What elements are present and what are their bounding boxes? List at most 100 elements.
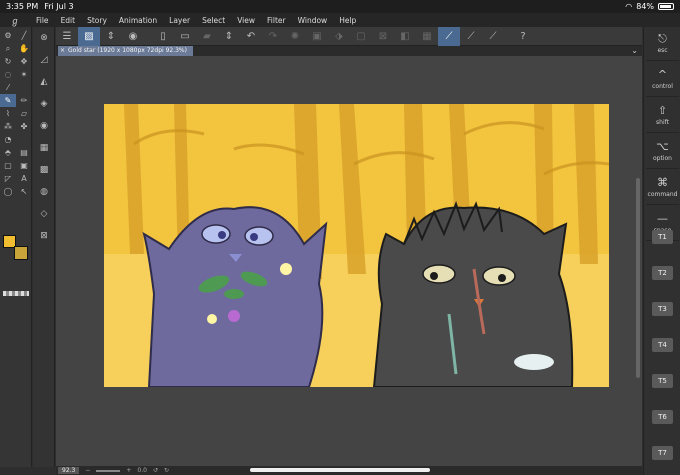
option-key[interactable]: ⌥ option — [646, 135, 679, 169]
help-icon[interactable]: ? — [512, 27, 534, 46]
rotate-icon[interactable]: ↻ — [0, 55, 16, 68]
transparent-color[interactable] — [3, 291, 29, 296]
subtool-icon[interactable]: ◿ — [33, 49, 55, 71]
ruler-icon[interactable]: ◸ — [0, 172, 16, 185]
clear-outside-icon[interactable]: ▣ — [306, 27, 328, 46]
snap-grid-icon[interactable]: ⟋ — [482, 27, 504, 46]
undo-icon[interactable]: ↶ — [240, 27, 262, 46]
frame-icon[interactable]: ▢ — [0, 159, 16, 172]
balloon-icon[interactable]: ◯ — [0, 185, 16, 198]
document-tab[interactable]: × Gold star (1920 x 1080px 72dpi 92.3%) — [58, 46, 193, 56]
text-icon[interactable]: A — [16, 172, 32, 185]
marker-icon[interactable]: ⌇ — [0, 107, 16, 120]
transform-icon[interactable]: ▢ — [350, 27, 372, 46]
lasso-icon[interactable]: ◌ — [0, 68, 16, 81]
esc-key[interactable]: ⎋ esc — [646, 27, 679, 61]
rotate-right-icon[interactable]: ↻ — [164, 467, 169, 474]
layers-icon[interactable]: ◇ — [33, 203, 55, 225]
touch-key-t3[interactable]: T3 — [652, 302, 673, 316]
angle-value[interactable]: 0.0 — [137, 467, 147, 474]
touch-key-t6[interactable]: T6 — [652, 410, 673, 424]
record-icon[interactable]: ◉ — [122, 27, 144, 46]
gradient-icon[interactable]: ▤ — [16, 146, 32, 159]
vertical-scrollbar[interactable] — [636, 178, 640, 378]
layer-property-icon[interactable]: ◍ — [33, 181, 55, 203]
color-set-icon[interactable]: ▦ — [33, 137, 55, 159]
zoom-slider[interactable] — [96, 469, 121, 472]
menu-edit[interactable]: Edit — [55, 16, 82, 25]
material-icon[interactable]: ⊠ — [33, 225, 55, 247]
menu-story[interactable]: Story — [81, 16, 113, 25]
space-icon: — — [657, 212, 668, 225]
menu-icon[interactable]: ☰ — [56, 27, 78, 46]
open-icon[interactable]: ▭ — [174, 27, 196, 46]
hand-icon[interactable]: ✋ — [16, 42, 32, 55]
new-file-icon[interactable]: ▯ — [152, 27, 174, 46]
document-title: Gold star (1920 x 1080px 72dpi 92.3%) — [68, 47, 187, 54]
control-key[interactable]: ^ control — [646, 63, 679, 97]
fill-icon[interactable]: ⬘ — [0, 146, 16, 159]
save-icon[interactable]: ▰ — [196, 27, 218, 46]
clear-icon[interactable]: ✺ — [284, 27, 306, 46]
stepper-icon[interactable]: ⇕ — [100, 27, 122, 46]
shift-key[interactable]: ⇧ shift — [646, 99, 679, 133]
quick-access-icon[interactable]: ▨ — [78, 26, 100, 46]
airbrush-icon[interactable]: ⁂ — [0, 120, 16, 133]
pen-tool-icon[interactable]: ✎ — [0, 94, 16, 107]
selection-icon[interactable]: ▦ — [416, 27, 438, 46]
artwork-illustration — [104, 104, 609, 387]
magic-wand-icon[interactable]: ✶ — [16, 68, 32, 81]
blend-icon[interactable]: ◔ — [0, 133, 16, 146]
deselect-icon[interactable]: ⊠ — [372, 27, 394, 46]
zoom-value[interactable]: 92.3 — [58, 467, 80, 474]
eraser-icon[interactable]: ▱ — [16, 107, 32, 120]
brush-icon[interactable]: ╱ — [16, 29, 32, 42]
close-tab-icon[interactable]: × — [60, 46, 65, 56]
color-history-icon[interactable]: ▩ — [33, 159, 55, 181]
tool-property-icon[interactable]: ◭ — [33, 71, 55, 93]
fill-icon-cmd[interactable]: ⬗ — [328, 27, 350, 46]
figure-icon[interactable]: ▣ — [16, 159, 32, 172]
zoom-in-icon[interactable]: + — [126, 467, 131, 474]
home-indicator[interactable] — [250, 468, 430, 472]
artwork-canvas[interactable] — [104, 104, 609, 387]
tab-menu-chevron-icon[interactable]: ⌄ — [631, 46, 638, 56]
move-icon[interactable]: ✥ — [16, 55, 32, 68]
menu-layer[interactable]: Layer — [163, 16, 196, 25]
touch-key-t5[interactable]: T5 — [652, 374, 673, 388]
zoom-icon[interactable]: ⌕ — [0, 42, 16, 55]
eyedropper-icon[interactable]: ⁄ — [0, 81, 16, 94]
stepper-icon-2[interactable]: ⇕ — [218, 27, 240, 46]
color-wheel-icon[interactable]: ◉ — [33, 115, 55, 137]
decoration-icon[interactable]: ✤ — [16, 120, 32, 133]
correct-line-icon[interactable]: ↖ — [16, 185, 32, 198]
menu-file[interactable]: File — [30, 16, 55, 25]
shift-label: shift — [656, 119, 669, 126]
background-color[interactable] — [14, 246, 28, 260]
menu-view[interactable]: View — [231, 16, 261, 25]
menu-animation[interactable]: Animation — [113, 16, 163, 25]
settings-icon[interactable]: ⚙ — [0, 29, 16, 42]
command-label: command — [647, 191, 678, 198]
menu-select[interactable]: Select — [196, 16, 231, 25]
pencil-icon[interactable]: ✏ — [16, 94, 32, 107]
command-key[interactable]: ⌘ command — [646, 171, 679, 205]
touch-key-t2[interactable]: T2 — [652, 266, 673, 280]
app-logo-icon[interactable]: ℊ — [0, 14, 30, 27]
invert-icon[interactable]: ◧ — [394, 27, 416, 46]
zoom-out-icon[interactable]: − — [85, 467, 90, 474]
menu-help[interactable]: Help — [333, 16, 362, 25]
menu-window[interactable]: Window — [292, 16, 334, 25]
redo-icon[interactable]: ↷ — [262, 27, 284, 46]
modifier-key-bar: ⎋ esc ^ control ⇧ shift ⌥ option ⌘ comma… — [643, 27, 680, 475]
touch-key-t7[interactable]: T7 — [652, 446, 673, 460]
brush-size-icon[interactable]: ◈ — [33, 93, 55, 115]
snap-special-icon[interactable]: ⟋ — [460, 27, 482, 46]
navigator-icon[interactable]: ⊗ — [33, 27, 55, 49]
touch-key-t4[interactable]: T4 — [652, 338, 673, 352]
snap-ruler-icon[interactable]: ⟋ — [438, 26, 460, 46]
menu-filter[interactable]: Filter — [261, 16, 292, 25]
option-icon: ⌥ — [656, 140, 669, 153]
rotate-left-icon[interactable]: ↺ — [153, 467, 158, 474]
touch-key-t1[interactable]: T1 — [652, 230, 673, 244]
